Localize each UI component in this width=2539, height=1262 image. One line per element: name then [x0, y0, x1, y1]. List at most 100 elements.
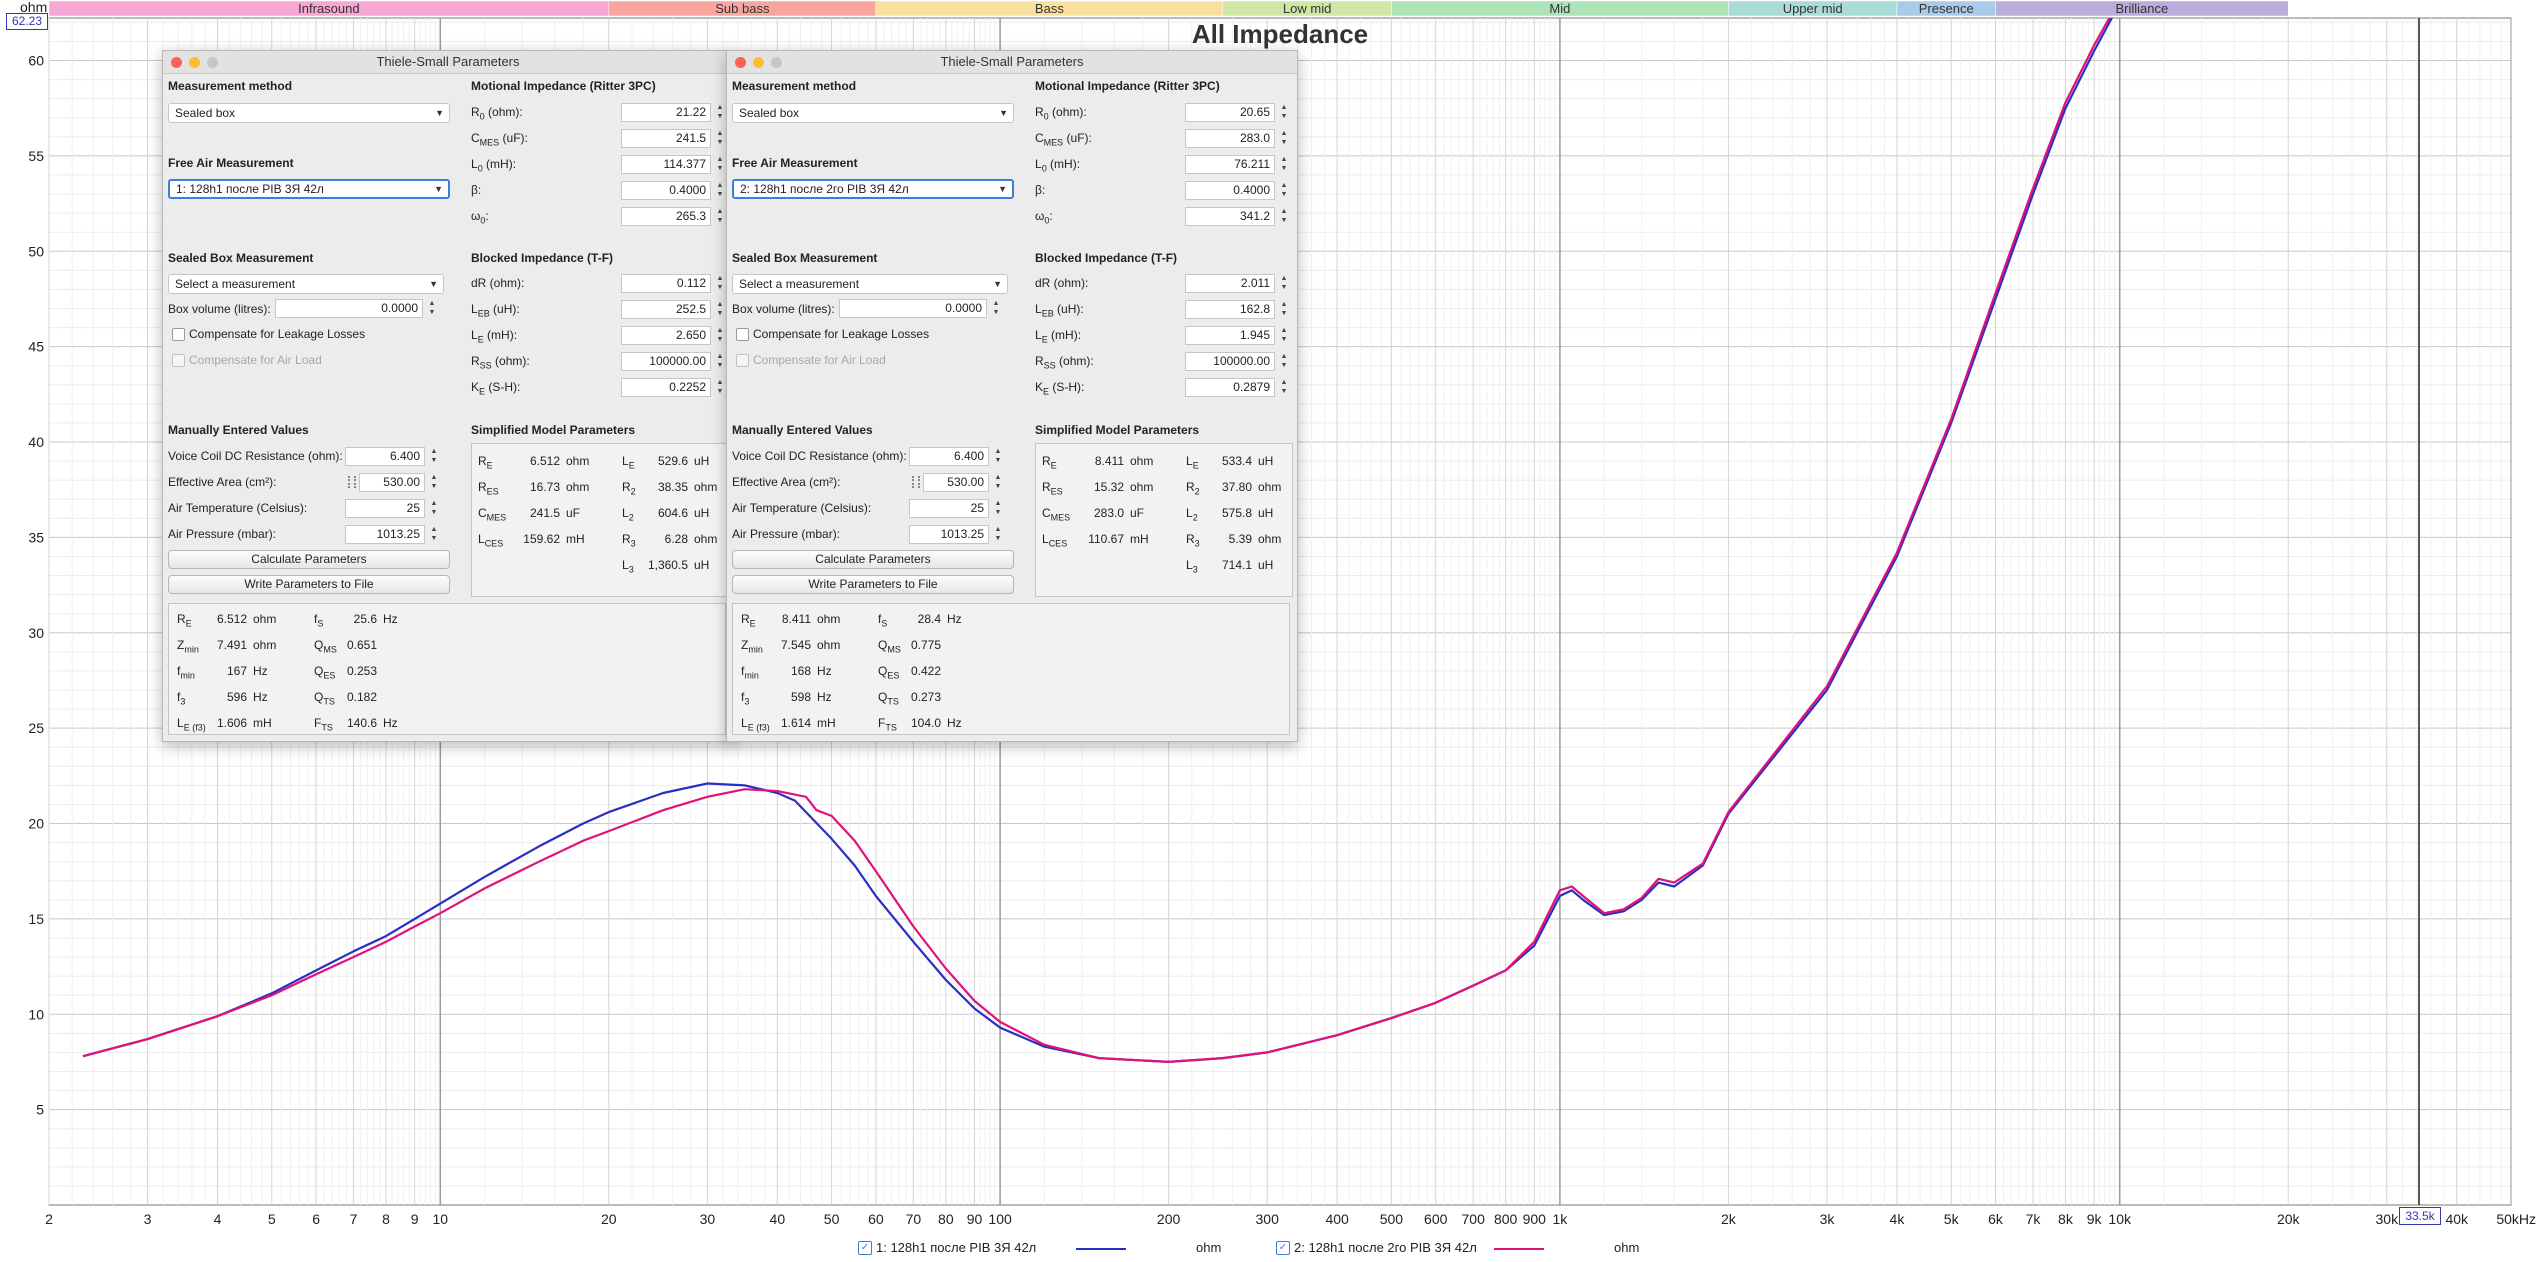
voice-coil-stepper[interactable]: ▲ ▼: [993, 447, 1003, 466]
thiele-small-panel-2[interactable]: Thiele-Small Parameters Measurement meth…: [726, 50, 1298, 742]
air-temperature-stepper[interactable]: ▲ ▼: [429, 499, 439, 518]
leakage-checkbox[interactable]: [172, 328, 185, 341]
blocked-stepper[interactable]: ▲ ▼: [1279, 352, 1289, 371]
blocked-value-input[interactable]: 162.8: [1185, 300, 1275, 319]
motional-value-input[interactable]: 341.2: [1185, 207, 1275, 226]
calculator-icon[interactable]: [348, 476, 356, 488]
symbol-subscript: MES: [479, 137, 500, 148]
legend-item-1[interactable]: ✓ 1: 128h1 после PIB 3Я 42л ohm: [858, 1238, 1278, 1258]
box-volume-stepper[interactable]: ▲ ▼: [427, 299, 437, 318]
motional-stepper[interactable]: ▲ ▼: [715, 103, 725, 122]
motional-value-input[interactable]: 21.22: [621, 103, 711, 122]
air-pressure-input[interactable]: 1013.25: [909, 525, 989, 544]
blocked-value-input[interactable]: 100000.00: [621, 352, 711, 371]
write-parameters-button[interactable]: Write Parameters to File: [732, 575, 1014, 594]
motional-stepper[interactable]: ▲ ▼: [715, 155, 725, 174]
motional-value-input[interactable]: 0.4000: [1185, 181, 1275, 200]
blocked-value-input[interactable]: 100000.00: [1185, 352, 1275, 371]
motional-stepper[interactable]: ▲ ▼: [1279, 129, 1289, 148]
minimize-window-button[interactable]: [189, 57, 200, 68]
result-value: 6.512: [216, 612, 247, 626]
motional-stepper[interactable]: ▲ ▼: [1279, 181, 1289, 200]
motional-value-input[interactable]: 20.65: [1185, 103, 1275, 122]
blocked-stepper[interactable]: ▲ ▼: [1279, 274, 1289, 293]
blocked-stepper[interactable]: ▲ ▼: [1279, 300, 1289, 319]
panel-title-bar[interactable]: Thiele-Small Parameters: [727, 51, 1297, 74]
measurement-method-select[interactable]: Sealed box ▼: [732, 103, 1014, 123]
zoom-window-button[interactable]: [771, 57, 782, 68]
blocked-stepper[interactable]: ▲ ▼: [715, 352, 725, 371]
motional-stepper[interactable]: ▲ ▼: [715, 181, 725, 200]
motional-value-input[interactable]: 241.5: [621, 129, 711, 148]
air-pressure-input[interactable]: 1013.25: [345, 525, 425, 544]
voice-coil-input[interactable]: 6.400: [345, 447, 425, 466]
motional-stepper[interactable]: ▲ ▼: [1279, 155, 1289, 174]
blocked-value-input[interactable]: 2.011: [1185, 274, 1275, 293]
calculate-parameters-button[interactable]: Calculate Parameters: [168, 550, 450, 569]
motional-stepper[interactable]: ▲ ▼: [1279, 207, 1289, 226]
free-air-measurement-select[interactable]: 1: 128h1 после PIB 3Я 42л ▼: [168, 179, 450, 199]
motional-row-symbol: CMES (uF):: [471, 131, 528, 147]
result-unit: mH: [817, 716, 836, 730]
sealed-box-measurement-select[interactable]: Select a measurement ▼: [732, 274, 1008, 294]
thiele-small-panel-1[interactable]: Thiele-Small Parameters Measurement meth…: [162, 50, 734, 742]
minimize-window-button[interactable]: [753, 57, 764, 68]
box-volume-input[interactable]: 0.0000: [839, 299, 987, 318]
symbol-subscript: min: [184, 644, 199, 655]
effective-area-stepper[interactable]: ▲ ▼: [429, 473, 439, 492]
motional-value-input[interactable]: 76.211: [1185, 155, 1275, 174]
zoom-window-button[interactable]: [207, 57, 218, 68]
box-volume-stepper[interactable]: ▲ ▼: [991, 299, 1001, 318]
blocked-stepper[interactable]: ▲ ▼: [715, 378, 725, 397]
blocked-value-input[interactable]: 252.5: [621, 300, 711, 319]
blocked-value-input[interactable]: 0.112: [621, 274, 711, 293]
x-cursor-readout: 33.5k: [2399, 1207, 2441, 1225]
free-air-measurement-select[interactable]: 2: 128h1 после 2го PIB 3Я 42л ▼: [732, 179, 1014, 199]
blocked-value-input[interactable]: 2.650: [621, 326, 711, 345]
blocked-stepper[interactable]: ▲ ▼: [715, 300, 725, 319]
sealed-box-measurement-select[interactable]: Select a measurement ▼: [168, 274, 444, 294]
air-temperature-input[interactable]: 25: [909, 499, 989, 518]
close-window-button[interactable]: [735, 57, 746, 68]
voice-coil-input[interactable]: 6.400: [909, 447, 989, 466]
blocked-stepper[interactable]: ▲ ▼: [1279, 326, 1289, 345]
symbol-subscript: min: [180, 670, 195, 681]
blocked-value-input[interactable]: 1.945: [1185, 326, 1275, 345]
blocked-value-input[interactable]: 0.2879: [1185, 378, 1275, 397]
symbol-subscript: E: [628, 460, 635, 471]
calculator-icon[interactable]: [912, 476, 920, 488]
write-parameters-button[interactable]: Write Parameters to File: [168, 575, 450, 594]
motional-value-input[interactable]: 265.3: [621, 207, 711, 226]
motional-stepper[interactable]: ▲ ▼: [715, 129, 725, 148]
check-icon[interactable]: ✓: [858, 1241, 872, 1255]
motional-value-input[interactable]: 114.377: [621, 155, 711, 174]
air-pressure-stepper[interactable]: ▲ ▼: [993, 525, 1003, 544]
close-window-button[interactable]: [171, 57, 182, 68]
legend-item-2[interactable]: ✓ 2: 128h1 после 2го PIB 3Я 42л ohm: [1276, 1238, 1696, 1258]
motional-value-input[interactable]: 0.4000: [621, 181, 711, 200]
effective-area-stepper[interactable]: ▲ ▼: [993, 473, 1003, 492]
motional-stepper[interactable]: ▲ ▼: [1279, 103, 1289, 122]
air-pressure-stepper[interactable]: ▲ ▼: [429, 525, 439, 544]
effective-area-input[interactable]: 530.00: [923, 473, 989, 492]
calculate-parameters-button[interactable]: Calculate Parameters: [732, 550, 1014, 569]
effective-area-label: Effective Area (cm²):: [168, 475, 277, 489]
blocked-stepper[interactable]: ▲ ▼: [1279, 378, 1289, 397]
voice-coil-stepper[interactable]: ▲ ▼: [429, 447, 439, 466]
leakage-checkbox[interactable]: [736, 328, 749, 341]
check-icon[interactable]: ✓: [1276, 1241, 1290, 1255]
motional-value-input[interactable]: 283.0: [1185, 129, 1275, 148]
blocked-stepper[interactable]: ▲ ▼: [715, 326, 725, 345]
box-volume-input[interactable]: 0.0000: [275, 299, 423, 318]
x-tick-label: 100: [988, 1211, 1012, 1227]
air-temperature-input[interactable]: 25: [345, 499, 425, 518]
blocked-value-input[interactable]: 0.2252: [621, 378, 711, 397]
panel-title-bar[interactable]: Thiele-Small Parameters: [163, 51, 733, 74]
air-temperature-stepper[interactable]: ▲ ▼: [993, 499, 1003, 518]
blocked-stepper[interactable]: ▲ ▼: [715, 274, 725, 293]
motional-stepper[interactable]: ▲ ▼: [715, 207, 725, 226]
measurement-method-select[interactable]: Sealed box ▼: [168, 103, 450, 123]
effective-area-input[interactable]: 530.00: [359, 473, 425, 492]
result-right-symbol: FTS: [878, 716, 897, 732]
x-tick-label: 900: [1523, 1211, 1547, 1227]
